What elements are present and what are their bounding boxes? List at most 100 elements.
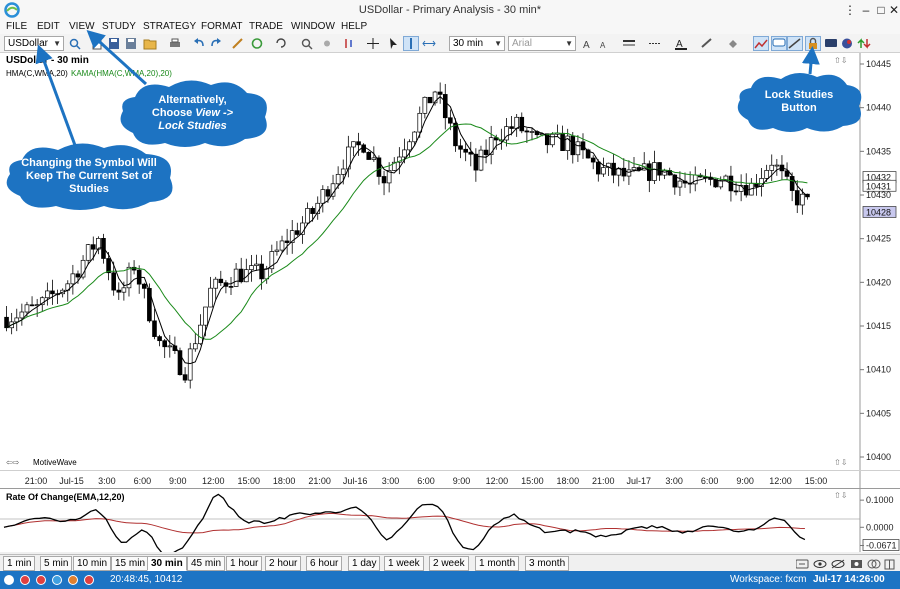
chart-settings-icon[interactable] [753,36,769,51]
candle-body [422,96,428,114]
trade-arrows-icon[interactable] [857,37,871,50]
scroll-arrows-icon[interactable]: ⇦⇨ [6,458,20,467]
search-icon[interactable] [68,37,82,50]
display-icon[interactable] [824,37,838,50]
roc-study-pane[interactable]: 0.1000 0.0000 -0.0671 Rate Of Change(EMA,1… [0,489,900,556]
time-axis-svg: 21:00 Jul-15 3:00 6:00 9:00 12:00 15:00 18:00 21… [25,471,861,490]
bar-size-combo[interactable]: 30 min ▼ [449,36,505,51]
pane-expand-icon[interactable]: ⇧⇩ [834,56,847,65]
svg-text:A: A [600,41,606,50]
roc-chart-svg[interactable]: 0.1000 0.0000 -0.0671 Rate Of Change(EMA,1… [0,489,900,556]
fill-color-icon[interactable] [726,37,740,50]
menu-file[interactable]: FILE [6,20,27,34]
status-red-icon[interactable] [84,575,94,585]
close-button[interactable]: ✕ [886,2,900,18]
refresh-icon[interactable] [250,37,264,50]
increase-font-icon[interactable]: A [582,37,596,50]
color-theme-icon[interactable] [840,37,854,50]
zoom-icon[interactable] [300,37,314,50]
tab-10min[interactable]: 10 min [73,556,112,571]
candle-body [187,348,193,381]
time-tick-label: 15:00 [805,476,828,486]
candle-body [335,173,341,185]
time-axis[interactable]: 21:00 Jul-15 3:00 6:00 9:00 12:00 15:00 18:00 21… [0,470,900,490]
candle-body [70,273,76,285]
menu-format[interactable]: FORMAT [201,20,242,34]
eye-hidden-icon[interactable] [831,559,845,569]
tab-1month[interactable]: 1 month [475,556,520,571]
pan-icon[interactable] [320,37,334,50]
menu-help[interactable]: HELP [341,20,367,34]
tab-2hour[interactable]: 2 hour [265,556,302,571]
price-label: 10428 [866,207,891,217]
tab-1day[interactable]: 1 day [348,556,381,571]
workspace-label[interactable]: Workspace: fxcm [730,574,807,585]
tab-2week[interactable]: 2 week [429,556,469,571]
symbol-combo[interactable]: USDollar ▼ [4,36,64,51]
menu-view[interactable]: VIEW [69,20,95,34]
text-color-icon[interactable]: A [674,37,688,50]
tab-1hour[interactable]: 1 hour [226,556,263,571]
font-combo[interactable]: Arial ▼ [508,36,576,51]
measure-icon[interactable] [787,36,803,51]
candle-body [677,180,683,188]
roc-axis[interactable]: 0.1000 0.0000 -0.0671 [859,489,900,552]
print-icon[interactable] [168,37,182,50]
candle-body [203,306,208,326]
callout-view-text: Alternatively, Choose View -> Lock Studi… [115,77,270,149]
status-blue-icon[interactable] [52,575,62,585]
grid-options-icon[interactable] [884,559,895,570]
line-color-icon[interactable] [700,37,714,50]
window-menu-icon[interactable]: ⋮ [842,2,858,18]
cursor-icon[interactable] [386,37,400,50]
menu-edit[interactable]: EDIT [37,20,60,34]
time-tick-label: 12:00 [769,476,792,486]
new-document-icon[interactable] [90,37,104,50]
redo-icon[interactable] [209,37,223,50]
tab-15min[interactable]: 15 min [111,556,150,571]
screenshot-icon[interactable] [851,560,862,568]
eye-icon[interactable] [813,560,827,568]
fit-icon[interactable] [422,37,436,50]
tab-5min[interactable]: 5 min [40,556,73,571]
status-red-icon[interactable] [36,575,46,585]
bar-style-icon[interactable] [342,37,356,50]
open-folder-icon[interactable] [143,37,157,50]
menu-study[interactable]: STUDY [102,20,136,34]
comment-icon[interactable] [771,36,787,51]
status-clock: 20:48:45, 10412 [110,574,183,585]
candle-body [631,167,637,171]
tab-1min[interactable]: 1 min [3,556,36,571]
save-as-icon[interactable] [124,37,138,50]
save-icon[interactable] [107,37,121,50]
pane-resize-icon[interactable]: ⇧⇩ [834,458,847,467]
tab-45min[interactable]: 45 min [187,556,226,571]
line-width-icon[interactable] [622,37,636,50]
undo-icon[interactable] [192,37,206,50]
tab-30min[interactable]: 30 min [147,556,187,571]
menu-trade[interactable]: TRADE [249,20,283,34]
watermark: MotiveWave [33,458,77,467]
lock-studies-icon[interactable] [805,36,821,51]
crosshair-icon[interactable] [366,37,380,50]
price-scale-icon[interactable] [403,36,419,51]
rotate-icon[interactable] [274,37,288,50]
tab-1week[interactable]: 1 week [384,556,424,571]
decrease-font-icon[interactable]: A [598,37,612,50]
tab-6hour[interactable]: 6 hour [306,556,343,571]
status-orange-icon[interactable] [68,575,78,585]
time-tick-label: 21:00 [25,476,48,486]
tab-3month[interactable]: 3 month [525,556,570,571]
status-red-icon[interactable] [20,575,30,585]
toggle-icon[interactable] [796,559,809,569]
connection-icon[interactable] [4,575,14,585]
pane-expand-icon[interactable]: ⇧⇩ [834,491,847,500]
draw-tool-icon[interactable] [231,37,245,50]
menu-strategy[interactable]: STRATEGY [143,20,196,34]
candle-body [601,167,606,175]
link-icon[interactable] [867,559,881,569]
line-style-icon[interactable] [648,37,662,50]
minimize-button[interactable]: – [858,2,874,18]
menu-window[interactable]: WINDOW [291,20,335,34]
time-tick-label: 6:00 [134,476,152,486]
